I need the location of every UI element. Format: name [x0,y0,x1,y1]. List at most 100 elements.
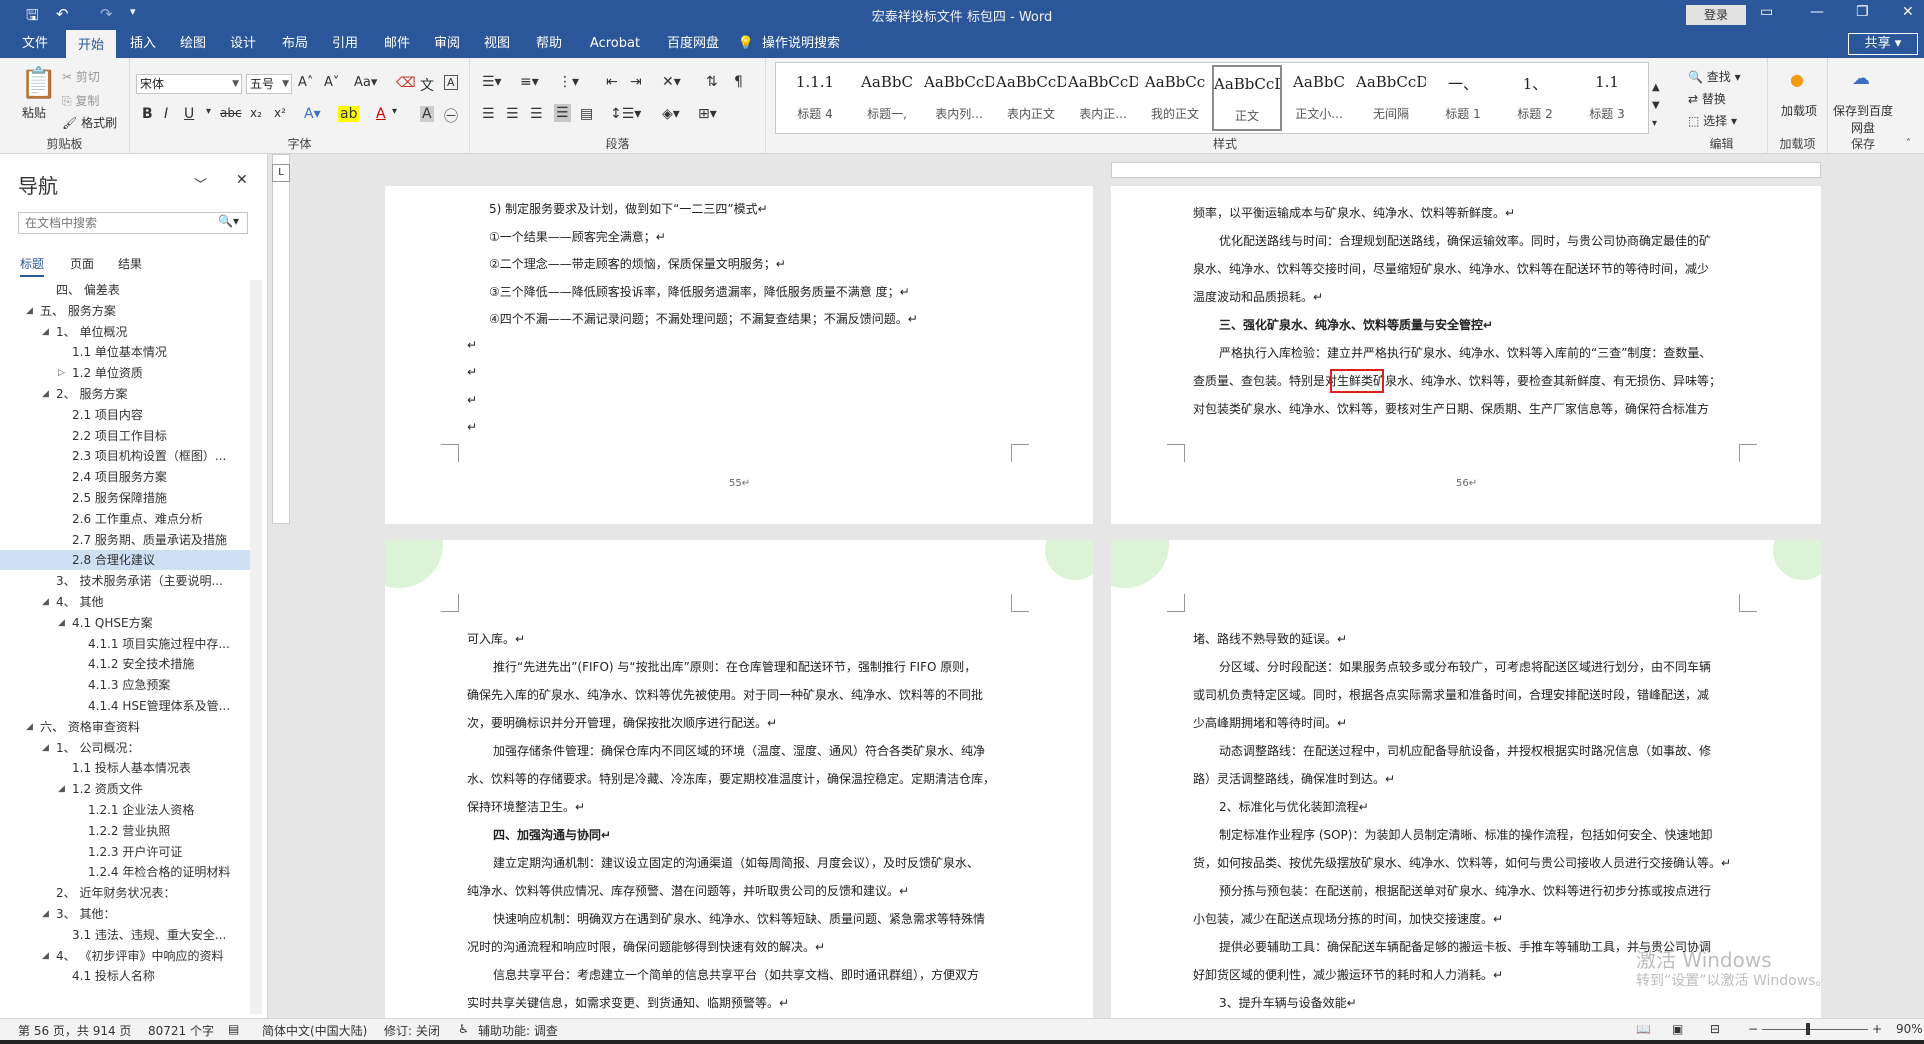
justify-icon[interactable]: ☰ [554,104,571,122]
collapse-icon[interactable]: ◢ [42,322,49,342]
style-item[interactable]: AaBbCc 我的正文 [1140,65,1210,131]
style-item[interactable]: 1、 标题 2 [1500,65,1570,131]
strikethrough-icon[interactable]: abc [220,106,242,120]
read-mode-icon[interactable]: 📖 [1636,1022,1651,1036]
grow-font-icon[interactable]: A˄ [298,75,313,90]
dropdown-icon[interactable]: ▾ [392,106,397,117]
text-effects-icon[interactable]: A▾ [304,106,321,122]
change-case-icon[interactable]: Aa▾ [354,75,377,90]
underline-icon[interactable]: U [184,106,194,122]
language[interactable]: 简体中文(中国大陆) [262,1022,367,1039]
find-button[interactable]: 🔍 查找 ▾ [1688,68,1741,85]
line-spacing-icon[interactable]: ↕☰▾ [610,106,641,122]
style-item[interactable]: AaBbCcDd 表内正文 [996,65,1066,131]
nav-close-icon[interactable]: ✕ [236,172,248,188]
char-shading-icon[interactable]: A [420,106,434,122]
style-item[interactable]: 1.1 标题 3 [1572,65,1642,131]
addin-icon[interactable]: ● [1790,70,1804,89]
nav-heading-item[interactable]: 1.1 投标人基本情况表 [0,758,250,778]
tell-me-search[interactable]: 操作说明搜索 [762,30,862,58]
font-name-combo[interactable]: 宋体 ▼ [136,74,242,94]
tab-file[interactable]: 文件 [12,30,58,58]
tab-view[interactable]: 视图 [474,30,520,58]
login-button[interactable]: 登录 [1686,5,1746,25]
zoom-out-icon[interactable]: − [1748,1022,1758,1036]
subscript-icon[interactable]: x₂ [250,106,262,120]
nav-heading-item[interactable]: ◢ 4.1 QHSE方案 [0,613,250,633]
highlight-icon[interactable]: ab [338,106,360,122]
shrink-font-icon[interactable]: A˅ [324,75,339,90]
collapse-icon[interactable]: ◢ [42,384,49,404]
align-left-icon[interactable]: ☰ [482,106,495,122]
nav-heading-item[interactable]: 1.2.3 开户许可证 [0,842,250,862]
page-count[interactable]: 第 56 页，共 914 页 [18,1022,131,1039]
collapse-icon[interactable]: ◢ [26,717,33,737]
superscript-icon[interactable]: x² [274,106,286,120]
nav-heading-item[interactable]: ◢ 4、 《初步评审》中响应的资料 [0,946,250,966]
minimize-icon[interactable]: — [1810,4,1824,20]
tab-insert[interactable]: 插入 [120,30,166,58]
nav-heading-item[interactable]: ▷ 1.2 单位资质 [0,363,250,383]
nav-heading-item[interactable]: 2.4 项目服务方案 [0,467,250,487]
copy-button[interactable]: ⎘ 复制 [62,92,99,109]
collapse-icon[interactable]: ◢ [42,592,49,612]
nav-tab-headings[interactable]: 标题 [20,255,45,277]
italic-icon[interactable]: I [164,106,168,122]
nav-heading-item[interactable]: ◢ 五、 服务方案 [0,301,250,321]
font-size-combo[interactable]: 五号 ▼ [246,74,292,94]
styles-scroll-down-icon[interactable]: ▼ [1652,100,1660,111]
style-item[interactable]: 1.1.1 标题 4 [780,65,850,131]
nav-heading-item[interactable]: 2、 近年财务状况表： [0,883,250,903]
style-item[interactable]: AaBbCcD 表内列... [924,65,994,131]
style-item[interactable]: 一、 标题 1 [1428,65,1498,131]
bold-icon[interactable]: B [142,106,153,122]
accessibility-icon[interactable]: ♿ [458,1022,469,1036]
nav-heading-item[interactable]: 1.2.4 年检合格的证明材料 [0,862,250,882]
font-color-icon[interactable]: A [376,106,386,122]
nav-heading-item[interactable]: 2.5 服务保障措施 [0,488,250,508]
nav-heading-item[interactable]: 四、 偏差表 [0,280,250,300]
restore-icon[interactable]: ❐ [1856,4,1869,20]
tab-help[interactable]: 帮助 [526,30,572,58]
tab-home[interactable]: 开始 [66,30,116,58]
align-right-icon[interactable]: ☰ [530,106,543,122]
expand-icon[interactable]: ▷ [58,363,65,383]
sort-icon[interactable]: ⇅ [706,74,718,90]
bullets-icon[interactable]: ☰▾ [482,74,502,90]
tab-design[interactable]: 设计 [220,30,266,58]
increase-indent-icon[interactable]: ⇥ [630,74,642,90]
web-layout-icon[interactable]: ⊟ [1710,1022,1720,1036]
select-button[interactable]: ⬚ 选择 ▾ [1688,112,1737,129]
clear-format-icon[interactable]: ⌫ [396,75,416,91]
print-layout-icon[interactable]: ▣ [1672,1022,1683,1036]
tab-mailings[interactable]: 邮件 [374,30,420,58]
enclose-char-icon[interactable]: ㊀ [444,106,458,126]
borders-icon[interactable]: ⊞▾ [698,106,717,122]
format-painter-button[interactable]: 🖌 格式刷 [62,114,117,131]
nav-heading-item[interactable]: 2.8 合理化建议 [0,550,250,571]
chinese-layout-icon[interactable]: ✕▾ [662,74,681,90]
accessibility[interactable]: 辅助功能: 调查 [478,1022,558,1039]
nav-heading-item[interactable]: 2.7 服务期、质量承诺及措施 [0,530,250,550]
nav-scrollbar[interactable] [250,280,262,1014]
nav-heading-item[interactable]: ◢ 1.2 资质文件 [0,779,250,799]
collapse-icon[interactable]: ◢ [42,946,49,966]
zoom-slider[interactable] [1762,1029,1868,1030]
nav-heading-item[interactable]: 4.1.1 项目实施过程中存... [0,634,250,654]
cut-button[interactable]: ✂ 剪切 [62,68,100,85]
multilevel-list-icon[interactable]: ⋮▾ [558,74,579,90]
dropdown-icon[interactable]: ▾ [206,106,211,117]
show-marks-icon[interactable]: ¶ [734,74,743,90]
track-changes[interactable]: 修订: 关闭 [384,1022,440,1039]
nav-options-icon[interactable]: ﹀ [194,174,207,193]
replace-button[interactable]: ⇄ 替换 [1688,90,1726,107]
tab-acrobat[interactable]: Acrobat [580,30,650,58]
shading-icon[interactable]: ◈▾ [662,106,680,122]
nav-heading-item[interactable]: 3、 技术服务承诺（主要说明... [0,571,250,591]
nav-search-input[interactable]: 在文档中搜索 [18,212,248,234]
nav-heading-item[interactable]: 1.1 单位基本情况 [0,342,250,362]
styles-scroll-up-icon[interactable]: ▲ [1652,82,1660,93]
phonetic-guide-icon[interactable]: 文 [420,75,434,95]
style-item[interactable]: AaBbC 标题一, [852,65,922,131]
nav-heading-item[interactable]: 4.1 投标人名称 [0,966,250,986]
